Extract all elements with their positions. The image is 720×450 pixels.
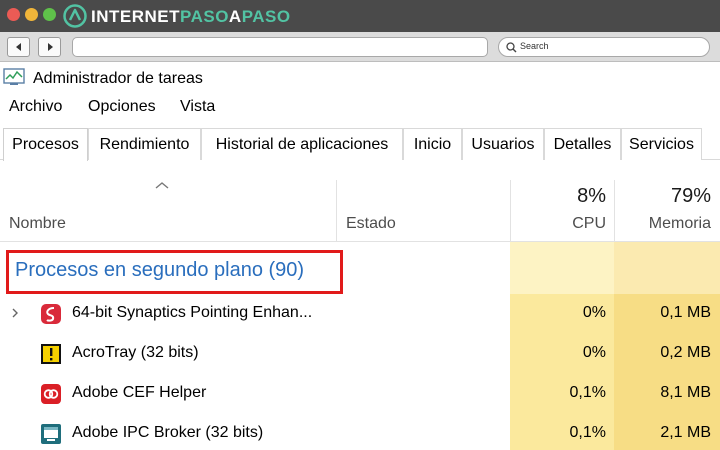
synaptics-icon — [41, 304, 61, 324]
back-button[interactable] — [7, 37, 30, 57]
forward-button[interactable] — [38, 37, 61, 57]
forward-arrow-icon — [48, 43, 53, 51]
address-bar[interactable] — [72, 37, 488, 57]
browser-search-field[interactable]: Search — [498, 37, 710, 57]
back-arrow-icon — [16, 43, 21, 51]
cpu-total-percent: 8% — [577, 185, 606, 207]
column-header-cpu[interactable]: CPU — [572, 215, 606, 233]
logo-text-paso-2: PASO — [241, 7, 291, 26]
column-header-estado[interactable]: Estado — [346, 215, 396, 233]
column-header-nombre[interactable]: Nombre — [9, 215, 66, 233]
column-header-memoria[interactable]: Memoria — [649, 215, 711, 233]
search-placeholder: Search — [520, 41, 549, 51]
window-title: Administrador de tareas — [33, 70, 203, 87]
maximize-window-button[interactable] — [43, 8, 56, 21]
process-memory: 2,1 MB — [660, 424, 711, 441]
process-row[interactable]: Adobe IPC Broker (32 bits) 0,1% 2,1 MB — [0, 414, 720, 450]
process-name: 64-bit Synaptics Pointing Enhan... — [72, 304, 313, 321]
tab-historial-de-aplicaciones[interactable]: Historial de aplicaciones — [201, 128, 403, 160]
tab-servicios[interactable]: Servicios — [621, 128, 702, 160]
site-logo-text: INTERNETPASOAPASO — [91, 7, 291, 27]
process-cpu: 0% — [582, 304, 606, 321]
process-row[interactable]: Adobe CEF Helper 0,1% 8,1 MB — [0, 374, 720, 414]
logo-text-internet: INTERNET — [91, 7, 180, 26]
process-memory: 0,2 MB — [660, 344, 711, 361]
acrotray-icon — [41, 344, 61, 364]
column-divider — [510, 180, 511, 242]
process-name: Adobe CEF Helper — [72, 384, 207, 401]
process-cpu: 0,1% — [569, 424, 606, 441]
process-name: Adobe IPC Broker (32 bits) — [72, 424, 264, 441]
browser-toolbar: Search — [0, 32, 720, 62]
process-cpu: 0,1% — [569, 384, 606, 401]
process-row[interactable]: 64-bit Synaptics Pointing Enhan... 0% 0,… — [0, 294, 720, 334]
internetpasoapaso-logo-icon — [63, 4, 87, 28]
close-window-button[interactable] — [7, 8, 20, 21]
tab-detalles[interactable]: Detalles — [544, 128, 621, 160]
process-row[interactable]: AcroTray (32 bits) 0% 0,2 MB — [0, 334, 720, 374]
process-cpu: 0% — [582, 344, 606, 361]
adobe-ipc-icon — [41, 424, 61, 444]
tab-bar: Procesos Rendimiento Historial de aplica… — [0, 128, 720, 161]
task-manager-icon — [3, 68, 25, 85]
column-divider — [614, 180, 615, 242]
group-header-background-processes[interactable]: Procesos en segundo plano (90) — [15, 259, 304, 282]
adobe-cc-icon — [41, 384, 61, 404]
tab-rendimiento[interactable]: Rendimiento — [88, 128, 201, 160]
chevron-right-icon[interactable] — [10, 307, 20, 319]
sort-ascending-icon[interactable] — [155, 181, 169, 190]
menu-archivo[interactable]: Archivo — [9, 98, 62, 116]
logo-text-a: A — [228, 7, 242, 26]
process-name: AcroTray (32 bits) — [72, 344, 199, 361]
tab-inicio[interactable]: Inicio — [403, 128, 462, 160]
menu-vista[interactable]: Vista — [180, 98, 215, 116]
process-memory: 0,1 MB — [660, 304, 711, 321]
logo-text-paso: PASO — [180, 7, 229, 26]
minimize-window-button[interactable] — [25, 8, 38, 21]
tab-usuarios[interactable]: Usuarios — [462, 128, 544, 160]
memory-total-percent: 79% — [670, 185, 711, 207]
menu-opciones[interactable]: Opciones — [88, 98, 156, 116]
search-icon — [506, 42, 517, 53]
browser-title-bar: INTERNETPASOAPASO — [0, 0, 720, 32]
column-divider — [336, 180, 337, 242]
process-memory: 8,1 MB — [660, 384, 711, 401]
tab-procesos[interactable]: Procesos — [3, 128, 88, 161]
